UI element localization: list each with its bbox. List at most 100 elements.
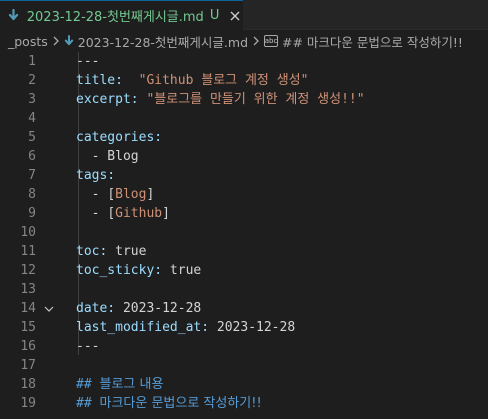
line-number: 14 — [20, 301, 36, 316]
code-text: title: "Github 블로그 계정 생성" — [76, 71, 308, 90]
breadcrumb: _posts 2023-12-28-첫번째게시글.md abc ## 마크다운 … — [0, 30, 488, 52]
line-number: 11 — [20, 244, 36, 259]
line-number: 12 — [20, 263, 36, 278]
tab-file[interactable]: 2023-12-28-첫번째게시글.md U — [0, 0, 243, 30]
code-text: - Blog — [76, 147, 139, 166]
code-token: ## — [76, 377, 100, 392]
code-token: categories: — [76, 130, 163, 145]
code-token: 마크다운 문법으로 작성하기!! — [99, 396, 262, 411]
code-text: toc: true — [76, 242, 146, 261]
line-number: 9 — [28, 206, 36, 221]
breadcrumb-section[interactable]: abc ## 마크다운 문법으로 작성하기!! — [264, 32, 463, 51]
code-text: ## 블로그 내용 — [76, 375, 163, 394]
code-line[interactable]: 16 --- — [0, 337, 488, 356]
line-number: 17 — [20, 358, 36, 373]
code-editor[interactable]: 1 --- 2 title: "Github 블로그 계정 생성" 3 excerpt: … — [0, 52, 488, 419]
code-line[interactable]: 12 toc_sticky: true — [0, 261, 488, 280]
code-line[interactable]: 11 toc: true — [0, 242, 488, 261]
code-token: toc: — [76, 244, 108, 259]
code-token: tags: — [76, 168, 116, 183]
code-token: - — [76, 187, 108, 202]
chevron-right-icon — [252, 36, 260, 46]
code-line[interactable]: 9 - [Github] — [0, 204, 488, 223]
code-text: tags: — [76, 166, 115, 185]
code-token: "Github 블로그 계정 생성" — [138, 73, 309, 88]
code-text: excerpt: "블로그를 만들기 위한 계정 생성!!" — [76, 90, 365, 109]
code-token: --- — [76, 54, 100, 69]
code-line[interactable]: 17 — [0, 356, 488, 375]
string-symbol-icon: abc — [264, 35, 279, 47]
line-number: 1 — [28, 54, 36, 69]
code-text: toc_sticky: true — [76, 261, 201, 280]
code-line[interactable]: 1 --- — [0, 52, 488, 71]
markdown-icon — [64, 35, 74, 47]
code-token: - — [76, 206, 108, 221]
code-line[interactable]: 3 excerpt: "블로그를 만들기 위한 계정 생성!!" — [0, 90, 488, 109]
line-number: 13 — [20, 282, 36, 297]
code-line[interactable]: 2 title: "Github 블로그 계정 생성" — [0, 71, 488, 90]
git-status-badge: U — [209, 8, 220, 23]
code-text: ## 마크다운 문법으로 작성하기!! — [76, 394, 262, 413]
code-text: last_modified_at: 2023-12-28 — [76, 318, 295, 337]
line-number: 7 — [28, 168, 36, 183]
code-token: ## — [76, 396, 100, 411]
line-number: 8 — [28, 187, 36, 202]
code-line[interactable]: 10 — [0, 223, 488, 242]
code-token: true — [107, 244, 147, 259]
code-token: [ — [107, 187, 116, 202]
close-icon[interactable] — [227, 8, 243, 24]
markdown-icon — [8, 9, 20, 23]
code-token: --- — [76, 339, 100, 354]
code-line[interactable]: 15 last_modified_at: 2023-12-28 — [0, 318, 488, 337]
code-token: 블로그 내용 — [99, 377, 164, 392]
code-line[interactable]: 6 - Blog — [0, 147, 488, 166]
code-token: ] — [146, 187, 155, 202]
code-token: Blog — [115, 187, 147, 202]
code-line[interactable]: 5 categories: — [0, 128, 488, 147]
code-token: excerpt: — [76, 92, 139, 107]
code-text: date: 2023-12-28 — [76, 299, 201, 318]
code-token: 2023-12-28 — [115, 301, 202, 316]
breadcrumb-folder[interactable]: _posts — [0, 34, 48, 49]
line-number: 10 — [20, 225, 36, 240]
code-token: true — [162, 263, 202, 278]
code-token: date: — [76, 301, 116, 316]
code-text: --- — [76, 337, 99, 356]
chevron-right-icon — [52, 36, 60, 46]
code-line[interactable]: 18 ## 블로그 내용 — [0, 375, 488, 394]
code-token: last_modified_at: — [76, 320, 210, 335]
code-token: title: — [76, 73, 123, 88]
line-number: 4 — [28, 111, 36, 126]
code-token: 2023-12-28 — [209, 320, 296, 335]
line-number: 6 — [28, 149, 36, 164]
line-number: 2 — [28, 73, 36, 88]
code-token: - Blog — [76, 149, 139, 164]
code-token: ] — [162, 206, 170, 221]
line-number: 18 — [20, 377, 36, 392]
code-line[interactable]: 13 — [0, 280, 488, 299]
line-number: 3 — [28, 92, 36, 107]
code-token: Github — [115, 206, 163, 221]
breadcrumb-file-label: 2023-12-28-첫번째게시글.md — [77, 34, 249, 50]
line-number: 19 — [20, 396, 36, 411]
line-number: 16 — [20, 339, 36, 354]
code-token: "블로그를 만들기 위한 계정 생성!!" — [146, 92, 365, 107]
code-line[interactable]: 7 tags: — [0, 166, 488, 185]
code-text: - [Blog] — [76, 185, 155, 204]
code-text: - [Github] — [76, 204, 170, 223]
code-token: [ — [107, 206, 116, 221]
code-text: categories: — [76, 128, 162, 147]
line-number: 5 — [28, 130, 36, 145]
tab-label: 2023-12-28-첫번째게시글.md — [26, 10, 204, 25]
code-line[interactable]: 8 - [Blog] — [0, 185, 488, 204]
code-line[interactable]: 14 date: 2023-12-28 — [0, 299, 488, 318]
breadcrumb-file[interactable]: 2023-12-28-첫번째게시글.md — [64, 32, 248, 51]
code-token: toc_sticky: — [76, 263, 163, 278]
code-line[interactable]: 19 ## 마크다운 문법으로 작성하기!! — [0, 394, 488, 413]
code-text: --- — [76, 52, 99, 71]
tab-bar: 2023-12-28-첫번째게시글.md U — [0, 0, 488, 30]
breadcrumb-section-label: ## 마크다운 문법으로 작성하기!! — [282, 34, 463, 50]
code-line[interactable]: 4 — [0, 109, 488, 128]
fold-chevron-icon[interactable] — [42, 299, 56, 318]
